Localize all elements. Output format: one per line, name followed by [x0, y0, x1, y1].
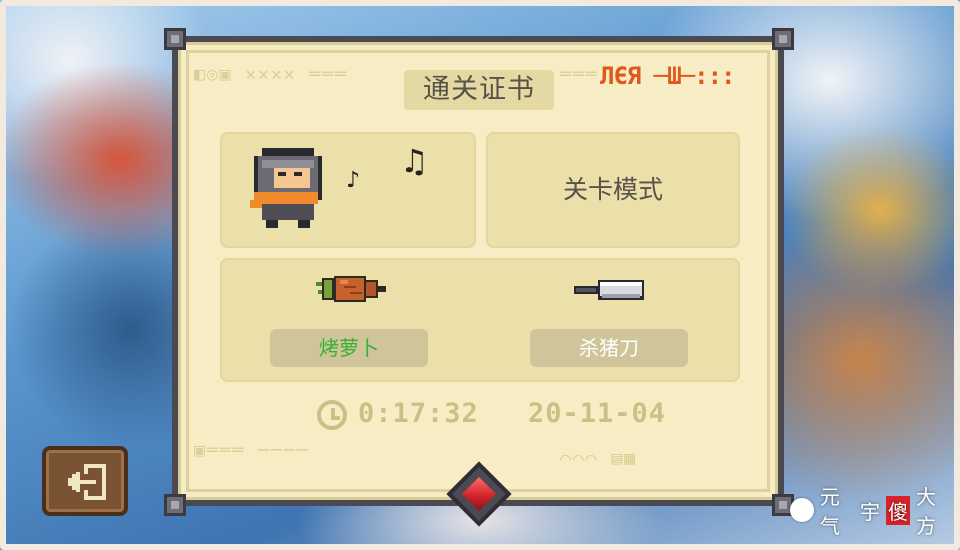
knight-icon	[250, 148, 322, 228]
corner-rivet	[164, 28, 186, 50]
wechat-watermark: 元气宇傻大方	[790, 485, 950, 538]
clear-time: 0:17:32	[358, 398, 479, 429]
corner-rivet	[164, 494, 186, 516]
exit-button[interactable]	[42, 446, 128, 516]
decorative-pattern: ▣═══ ────	[194, 440, 310, 461]
item-label-carrot: 烤萝卜	[270, 329, 428, 367]
carrot-icon	[316, 276, 386, 302]
watermark-suffix: 大方	[915, 485, 936, 538]
clock-icon	[317, 400, 347, 430]
exit-door-icon	[68, 464, 106, 500]
corner-rivet	[772, 28, 794, 50]
game-mode-label: 关卡模式	[562, 175, 663, 204]
music-note-icon: ♪	[346, 168, 361, 193]
watermark-highlight: 傻	[885, 495, 910, 525]
decorative-pattern: ⌒⌒⌒ ▤▦	[560, 448, 638, 469]
clear-date: 20-11-04	[528, 398, 667, 429]
decorative-pattern: ═══	[560, 64, 599, 85]
logo-stamp: ЛЄЯ ─Ш─:::	[600, 62, 736, 90]
music-note-icon: ♫	[400, 142, 429, 180]
watermark-middle: 宇	[859, 499, 880, 524]
certificate-title: 通关证书	[404, 70, 554, 110]
wechat-icon	[790, 498, 814, 522]
item-label-knife: 杀猪刀	[530, 329, 688, 367]
knife-icon	[574, 280, 644, 300]
decorative-pattern: ◧◎▣ ✕✕✕✕ ═══	[194, 64, 349, 85]
watermark-prefix: 元气	[819, 485, 840, 538]
